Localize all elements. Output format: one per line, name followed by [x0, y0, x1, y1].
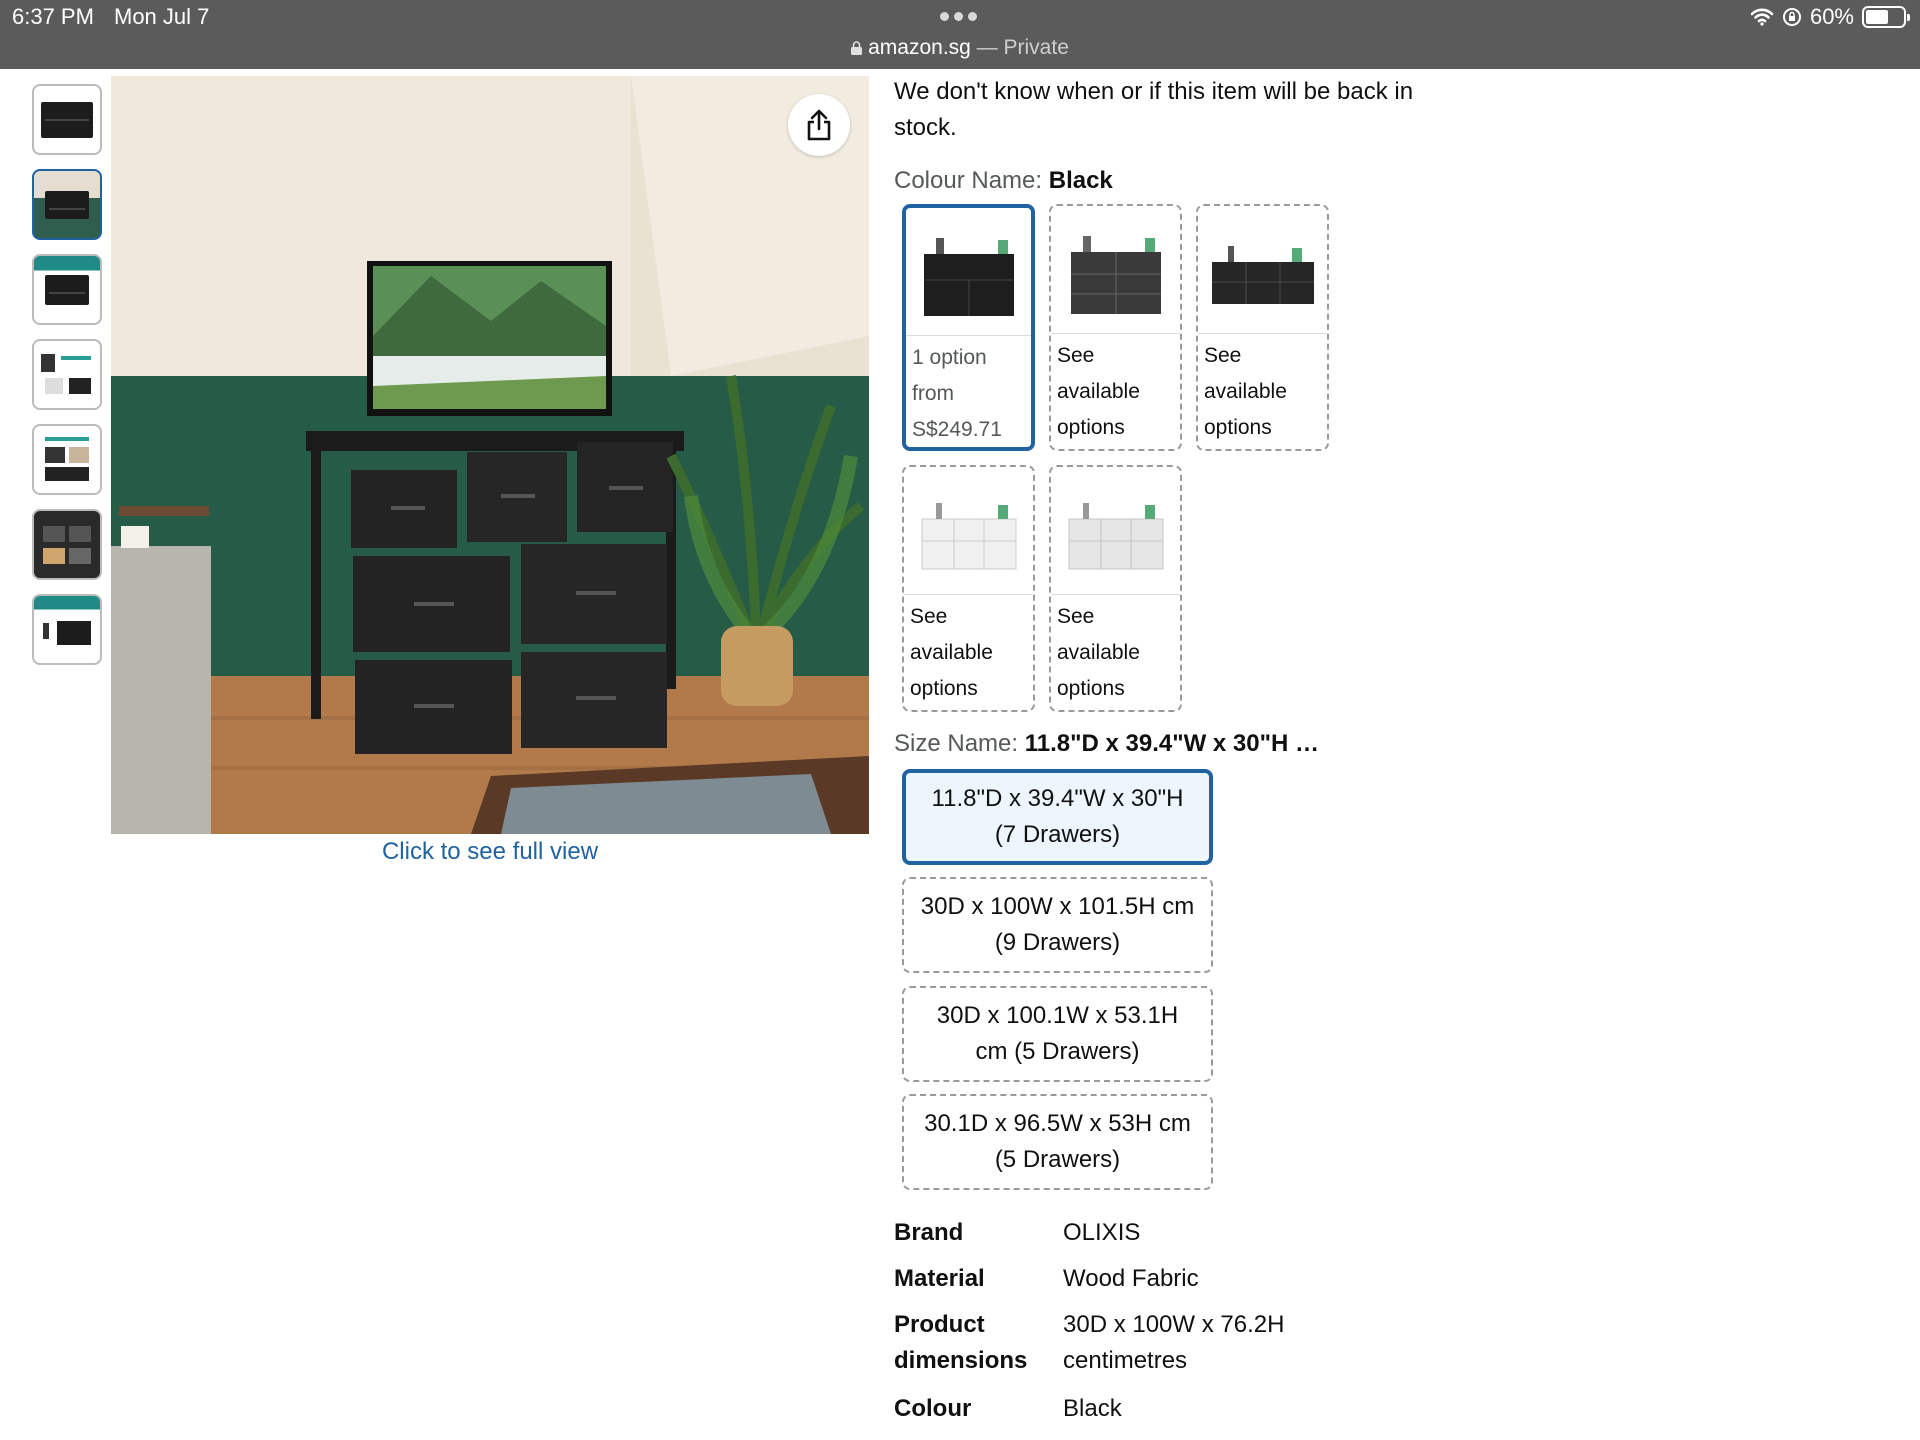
- swatch-image: [906, 208, 1031, 336]
- spec-key: Material: [894, 1265, 985, 1292]
- thumbnail-3[interactable]: [32, 254, 102, 325]
- spec-row-brand: Brand OLIXIS: [894, 1215, 1343, 1251]
- size-option-3[interactable]: 30D x 100.1W x 53.1H cm (5 Drawers): [902, 986, 1213, 1082]
- swatch-line-2: from: [912, 382, 954, 405]
- lock-icon: [851, 41, 863, 55]
- size-option-line-2: (9 Drawers): [994, 929, 1121, 956]
- rotation-lock-icon: [1782, 8, 1801, 26]
- size-label-text: Size Name:: [894, 730, 1025, 757]
- spec-row-dimensions: Product dimensions 30D x 100W x 76.2H cent…: [894, 1307, 1343, 1379]
- swatch-line-2: available: [910, 641, 993, 664]
- multitasking-dots-icon[interactable]: [940, 12, 977, 21]
- colour-option-dark[interactable]: See available options: [1196, 204, 1329, 451]
- status-indicators: 60%: [1750, 4, 1910, 30]
- swatch-line-1: See: [1057, 344, 1095, 367]
- main-product-image[interactable]: [111, 76, 869, 834]
- size-option-4[interactable]: 30.1D x 96.5W x 53H cm (5 Drawers): [902, 1094, 1213, 1190]
- wifi-icon: [1750, 8, 1774, 26]
- swatch-line-3: options: [1204, 416, 1272, 439]
- spec-value-line-2: centimetres: [1063, 1347, 1188, 1374]
- thumbnail-4[interactable]: [32, 339, 102, 410]
- swatch-line-3: options: [1057, 677, 1125, 700]
- swatch-price: S$249.71: [912, 418, 1002, 441]
- size-option-2[interactable]: 30D x 100W x 101.5H cm (9 Drawers): [902, 877, 1213, 973]
- battery-percent: 60%: [1809, 4, 1854, 29]
- spec-row-colour: Colour Black: [894, 1391, 1343, 1427]
- battery-icon: [1862, 6, 1910, 28]
- browser-top-bar: 6:37 PM Mon Jul 7 amazon.sg — Private 60…: [0, 0, 1920, 69]
- spec-value: Black: [1063, 1395, 1122, 1422]
- swatch-line-2: available: [1057, 380, 1140, 403]
- swatch-line-1: 1 option: [912, 346, 987, 369]
- spec-key: Colour: [894, 1395, 972, 1422]
- size-option-line-2: (7 Drawers): [994, 821, 1121, 848]
- swatch-line-1: See: [1057, 605, 1095, 628]
- size-option-1[interactable]: 11.8"D x 39.4"W x 30"H (7 Drawers): [902, 769, 1213, 865]
- dresser-photo: [111, 76, 869, 834]
- swatch-line-2: available: [1204, 380, 1287, 403]
- status-time: 6:37 PM: [12, 4, 94, 29]
- swatch-image: [1198, 206, 1327, 334]
- swatch-image: [904, 467, 1033, 595]
- thumbnail-5[interactable]: [32, 424, 102, 495]
- swatch-image: [1051, 206, 1180, 334]
- thumbnail-7[interactable]: [32, 594, 102, 665]
- thumbnail-2[interactable]: [32, 169, 102, 240]
- colour-option-grey[interactable]: See available options: [1049, 204, 1182, 451]
- swatch-line-3: options: [910, 677, 978, 700]
- thumbnail-6[interactable]: [32, 509, 102, 580]
- spec-value: OLIXIS: [1063, 1219, 1141, 1246]
- colour-label-text: Colour Name:: [894, 167, 1049, 194]
- size-option-line-1: 30.1D x 96.5W x 53H cm: [924, 1110, 1191, 1137]
- colour-option-white[interactable]: See available options: [902, 465, 1035, 712]
- swatch-line-3: options: [1057, 416, 1125, 439]
- thumbnail-list: [32, 84, 102, 665]
- swatch-line-2: available: [1057, 641, 1140, 664]
- spec-key: Brand: [894, 1219, 964, 1246]
- status-date: Mon Jul 7: [114, 4, 210, 29]
- availability-section: We don't know when or if this item will …: [894, 74, 1454, 146]
- spec-key-line-2: dimensions: [894, 1347, 1028, 1374]
- colour-option-black[interactable]: 1 option from S$249.71: [902, 204, 1035, 451]
- size-name-label: Size Name: 11.8"D x 39.4"W x 30"H …: [894, 730, 1319, 758]
- url-separator: —: [970, 36, 1004, 59]
- address-bar[interactable]: amazon.sg — Private: [0, 36, 1920, 60]
- size-option-line-2: cm (5 Drawers): [975, 1038, 1140, 1065]
- selected-colour: Black: [1048, 167, 1113, 194]
- thumbnail-1[interactable]: [32, 84, 102, 155]
- size-option-line-2: (5 Drawers): [994, 1146, 1121, 1173]
- spec-value: Wood Fabric: [1063, 1265, 1199, 1292]
- swatch-image: [1051, 467, 1180, 595]
- private-mode-label: Private: [1003, 36, 1069, 59]
- size-option-line-1: 30D x 100.1W x 53.1H: [936, 1002, 1179, 1029]
- availability-message: We don't know when or if this item will …: [894, 78, 1414, 141]
- size-option-line-1: 30D x 100W x 101.5H cm: [920, 893, 1195, 920]
- full-view-link[interactable]: Click to see full view: [111, 838, 869, 866]
- swatch-line-1: See: [1204, 344, 1242, 367]
- selected-size: 11.8"D x 39.4"W x 30"H …: [1024, 730, 1319, 757]
- swatch-line-1: See: [910, 605, 948, 628]
- size-option-line-1: 11.8"D x 39.4"W x 30"H: [931, 785, 1184, 812]
- spec-value-line-1: 30D x 100W x 76.2H: [1063, 1311, 1285, 1338]
- colour-name-label: Colour Name: Black: [894, 167, 1113, 195]
- share-icon: [807, 109, 831, 141]
- colour-option-light-grey[interactable]: See available options: [1049, 465, 1182, 712]
- spec-key-line-1: Product: [894, 1311, 985, 1338]
- spec-row-material: Material Wood Fabric: [894, 1261, 1343, 1297]
- url-domain: amazon.sg: [868, 36, 971, 59]
- share-button[interactable]: [788, 94, 850, 156]
